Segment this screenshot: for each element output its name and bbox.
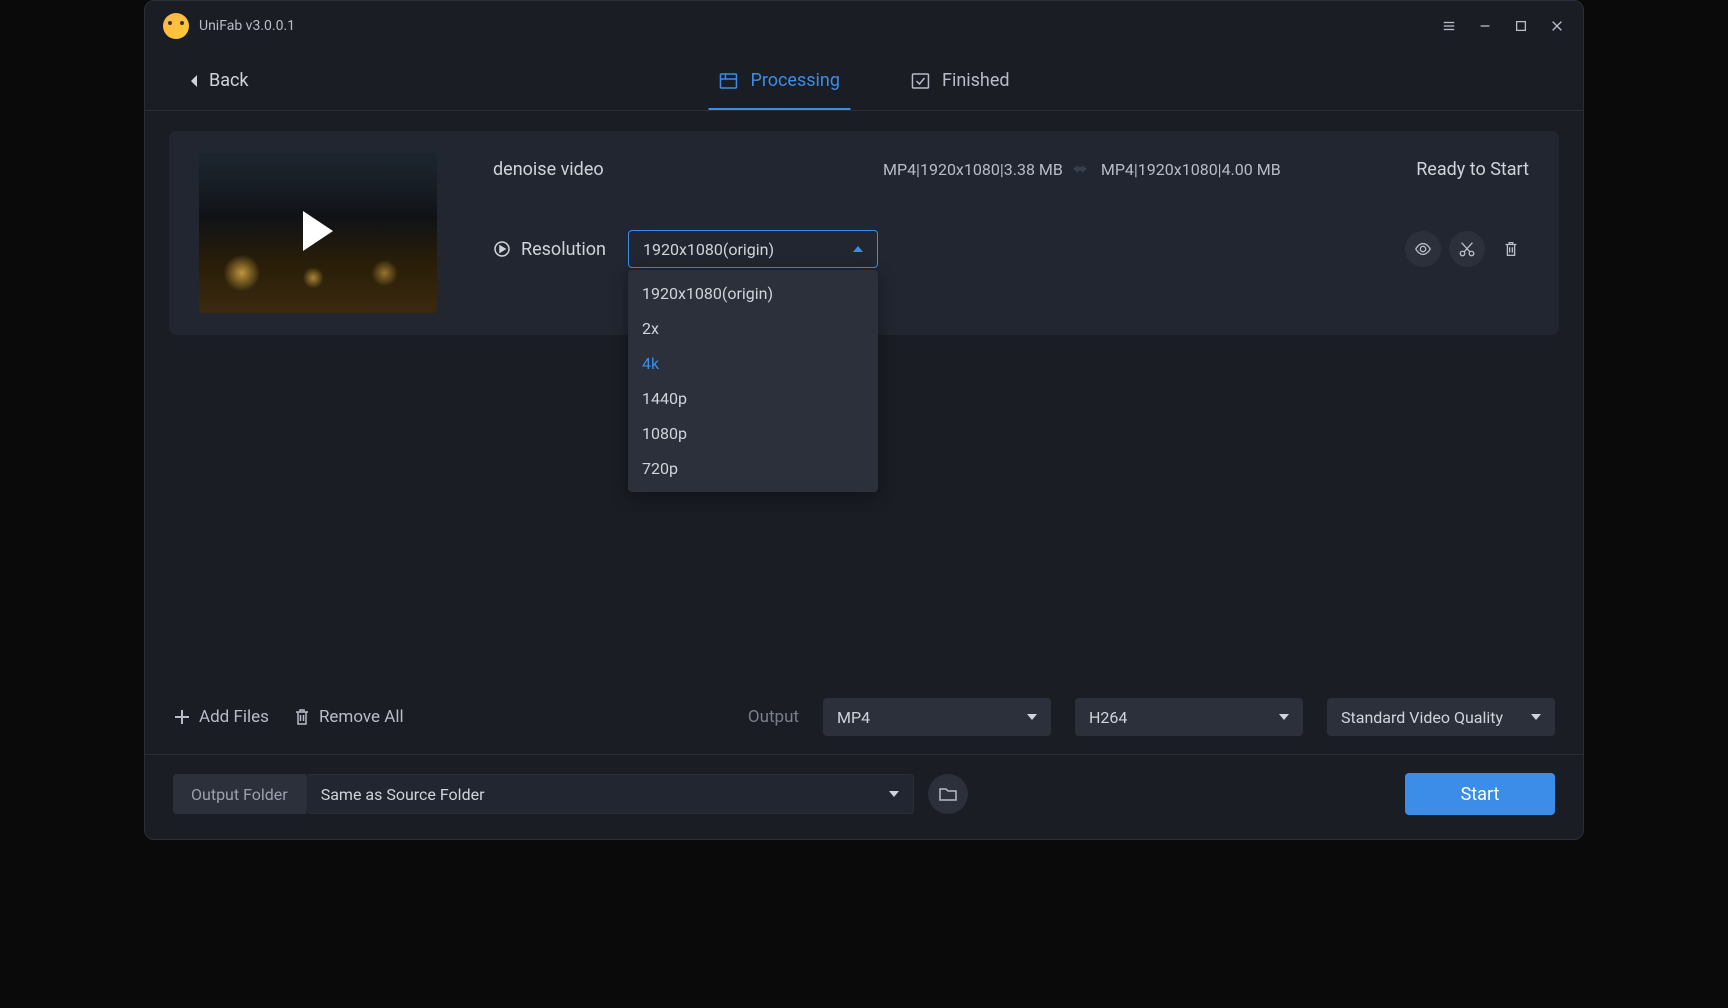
resolution-dropdown: 1920x1080(origin) 1920x1080(origin) 2x 4…: [628, 230, 878, 268]
menu-icon[interactable]: [1441, 18, 1457, 34]
bottom-controls: Add Files Remove All Output MP4 H264 Sta…: [145, 698, 1583, 754]
output-label: Output: [748, 707, 799, 727]
resolution-option[interactable]: 1080p: [628, 416, 878, 451]
tab-finished-label: Finished: [942, 70, 1010, 91]
app-title: UniFab v3.0.0.1: [199, 18, 295, 34]
output-quality-select[interactable]: Standard Video Quality: [1327, 698, 1555, 736]
output-folder-value: Same as Source Folder: [321, 785, 485, 804]
add-files-label: Add Files: [199, 707, 269, 727]
play-icon: [299, 209, 337, 257]
task-top-row: denoise video MP4|1920x1080|3.38 MB MP4|…: [493, 159, 1529, 180]
delete-button[interactable]: [1493, 231, 1529, 267]
resolution-label: Resolution: [521, 239, 606, 260]
output-quality-value: Standard Video Quality: [1341, 708, 1503, 727]
titlebar-left: UniFab v3.0.0.1: [163, 13, 295, 39]
start-button[interactable]: Start: [1405, 773, 1555, 815]
output-format-select[interactable]: MP4: [823, 698, 1051, 736]
resolution-menu: 1920x1080(origin) 2x 4k 1440p 1080p 720p: [628, 270, 878, 492]
browse-folder-button[interactable]: [928, 774, 968, 814]
tab-finished[interactable]: Finished: [910, 51, 1010, 110]
resolution-label-wrap: Resolution: [493, 239, 606, 260]
close-icon[interactable]: [1549, 18, 1565, 34]
remove-all-label: Remove All: [319, 707, 404, 727]
tab-processing-label: Processing: [750, 70, 840, 91]
resolution-option[interactable]: 4k: [628, 346, 878, 381]
minimize-icon[interactable]: [1477, 18, 1493, 34]
resolution-option[interactable]: 720p: [628, 451, 878, 486]
target-format: MP4|1920x1080|4.00 MB: [1101, 160, 1281, 179]
resolution-selected: 1920x1080(origin): [643, 240, 774, 259]
task-actions: [1405, 231, 1529, 267]
task-control-row: Resolution 1920x1080(origin) 1920x1080(o…: [493, 230, 1529, 268]
video-thumbnail[interactable]: [199, 153, 437, 313]
task-formats: MP4|1920x1080|3.38 MB MP4|1920x1080|4.00…: [883, 160, 1281, 179]
output-codec-value: H264: [1089, 708, 1127, 727]
tab-processing[interactable]: Processing: [718, 51, 840, 110]
titlebar-right: [1441, 18, 1565, 34]
titlebar: UniFab v3.0.0.1: [145, 1, 1583, 51]
tabnav: Back Processing Finished: [145, 51, 1583, 111]
resolution-option[interactable]: 1920x1080(origin): [628, 276, 878, 311]
task-name: denoise video: [493, 159, 883, 180]
output-folder-select[interactable]: Same as Source Folder: [306, 774, 914, 814]
tabs: Processing Finished: [718, 51, 1009, 110]
app-logo-icon: [163, 13, 189, 39]
content-area: denoise video MP4|1920x1080|3.38 MB MP4|…: [145, 111, 1583, 698]
back-button[interactable]: Back: [189, 70, 249, 91]
remove-all-button[interactable]: Remove All: [293, 707, 404, 727]
output-format-value: MP4: [837, 708, 870, 727]
arrow-icon: [1073, 160, 1091, 179]
divider: [145, 754, 1583, 755]
task-status: Ready to Start: [1416, 159, 1529, 180]
maximize-icon[interactable]: [1513, 18, 1529, 34]
task-info: denoise video MP4|1920x1080|3.38 MB MP4|…: [493, 153, 1529, 268]
resolution-option[interactable]: 2x: [628, 311, 878, 346]
resolution-option[interactable]: 1440p: [628, 381, 878, 416]
trim-button[interactable]: [1449, 231, 1485, 267]
resolution-select[interactable]: 1920x1080(origin): [628, 230, 878, 268]
task-row: denoise video MP4|1920x1080|3.38 MB MP4|…: [169, 131, 1559, 335]
footer: Output Folder Same as Source Folder Star…: [145, 773, 1583, 839]
app-window: UniFab v3.0.0.1 Back Processing: [144, 0, 1584, 840]
output-folder-label: Output Folder: [173, 774, 306, 814]
output-codec-select[interactable]: H264: [1075, 698, 1303, 736]
preview-button[interactable]: [1405, 231, 1441, 267]
add-files-button[interactable]: Add Files: [173, 707, 269, 727]
back-label: Back: [209, 70, 249, 91]
source-format: MP4|1920x1080|3.38 MB: [883, 160, 1063, 179]
